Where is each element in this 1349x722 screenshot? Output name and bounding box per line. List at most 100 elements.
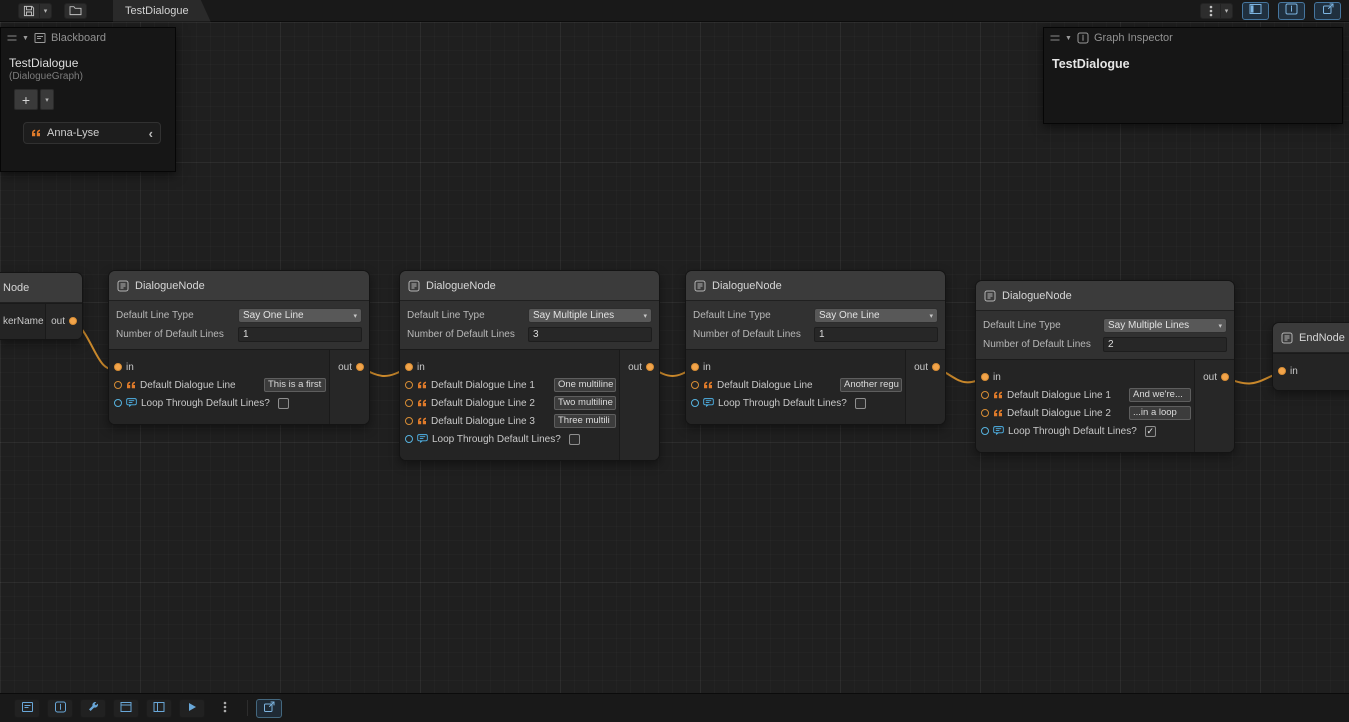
in-port-label: in: [703, 362, 711, 373]
script-panel-button[interactable]: [1314, 2, 1341, 20]
in-port[interactable]: [405, 363, 413, 371]
in-port-label: in: [1290, 366, 1298, 377]
port-label: Loop Through Default Lines?: [718, 398, 847, 409]
field-name: Anna-Lyse: [47, 127, 99, 139]
line-type-dropdown[interactable]: Say Multiple Lines▾: [528, 308, 652, 323]
bool-port[interactable]: [114, 399, 122, 407]
in-port[interactable]: [981, 373, 989, 381]
out-port[interactable]: [646, 363, 654, 371]
panels-button[interactable]: [146, 699, 172, 718]
loop-icon: [126, 398, 137, 408]
out-port[interactable]: [932, 363, 940, 371]
bool-port[interactable]: [691, 399, 699, 407]
node-title-bar[interactable]: Node: [0, 273, 82, 303]
loop-checkbox[interactable]: [569, 434, 580, 445]
start-node[interactable]: Node kerName out: [0, 272, 83, 340]
kebab-button[interactable]: [212, 699, 238, 718]
dialogue-node[interactable]: DialogueNode Default Line TypeSay Multipl…: [399, 270, 660, 461]
foldout-arrow-icon[interactable]: ▼: [22, 35, 29, 42]
line-type-label: Default Line Type: [407, 310, 528, 321]
foldout-arrow-icon[interactable]: ▼: [1065, 35, 1072, 42]
line-type-dropdown[interactable]: Say One Line▾: [238, 308, 362, 323]
dialogue-line-field[interactable]: Three multili: [554, 414, 616, 428]
in-port[interactable]: [691, 363, 699, 371]
dialogue-node[interactable]: DialogueNodeDefault Line TypeSay Multipl…: [975, 280, 1235, 453]
tab-testdialogue[interactable]: TestDialogue: [113, 0, 211, 22]
line-type-dropdown[interactable]: Say One Line▾: [814, 308, 938, 323]
in-port[interactable]: [1278, 367, 1286, 375]
bool-port[interactable]: [981, 427, 989, 435]
menu-dropdown-button[interactable]: ▾: [1220, 3, 1233, 19]
dialogue-line-field[interactable]: This is a first: [264, 378, 326, 392]
quote-icon: [31, 129, 41, 137]
node-title-bar[interactable]: EndNode: [1273, 323, 1349, 353]
line-type-dropdown[interactable]: Say Multiple Lines ▾: [1103, 318, 1227, 333]
dialogue-line-field[interactable]: One multiline: [554, 378, 616, 392]
port-label: Loop Through Default Lines?: [141, 398, 270, 409]
out-port[interactable]: [69, 317, 77, 325]
window-button[interactable]: [113, 699, 139, 718]
loop-checkbox[interactable]: [278, 398, 289, 409]
loop-checkbox[interactable]: ✓: [1145, 426, 1156, 437]
play-button[interactable]: [179, 699, 205, 718]
dialogue-line-field[interactable]: ...in a loop: [1129, 406, 1191, 420]
graph-type: (DialogueGraph): [1, 70, 175, 82]
chevron-left-icon[interactable]: ‹: [149, 127, 153, 140]
in-port[interactable]: [114, 363, 122, 371]
port-label: Default Dialogue Line 2: [431, 398, 535, 409]
add-property-button[interactable]: +: [14, 89, 38, 110]
node-title-bar[interactable]: DialogueNode: [686, 271, 945, 301]
num-lines-field[interactable]: 3: [528, 327, 652, 342]
string-port[interactable]: [981, 391, 989, 399]
bottom-toolbar: [0, 693, 1349, 722]
wrench-button[interactable]: [80, 699, 106, 718]
string-port[interactable]: [405, 399, 413, 407]
line-type-value: Say Multiple Lines: [1108, 320, 1189, 331]
inspector-panel-button[interactable]: [1278, 2, 1305, 20]
node-title: DialogueNode: [712, 280, 782, 292]
string-port[interactable]: [981, 409, 989, 417]
bool-port[interactable]: [405, 435, 413, 443]
dialogue-line-field[interactable]: And we're...: [1129, 388, 1191, 402]
dialogue-node[interactable]: DialogueNodeDefault Line TypeSay One Lin…: [108, 270, 370, 425]
string-port[interactable]: [405, 417, 413, 425]
string-port[interactable]: [691, 381, 699, 389]
add-property-dropdown-button[interactable]: ▾: [40, 89, 54, 110]
num-lines-field[interactable]: 1: [814, 327, 938, 342]
num-lines-field[interactable]: 2: [1103, 337, 1227, 352]
open-folder-button[interactable]: [64, 3, 87, 19]
node-title-bar[interactable]: DialogueNode: [400, 271, 659, 301]
save-dropdown-button[interactable]: ▾: [39, 3, 52, 19]
string-port[interactable]: [114, 381, 122, 389]
out-port[interactable]: [1221, 373, 1229, 381]
chevron-down-icon: ▾: [1218, 322, 1222, 330]
blackboard-panel-button[interactable]: [1242, 2, 1269, 20]
quote-icon: [417, 381, 427, 389]
panels-icon: [153, 701, 165, 716]
dialogue-line-field[interactable]: Another regu: [840, 378, 902, 392]
in-port-label: in: [993, 372, 1001, 383]
blackboard-field[interactable]: Anna-Lyse ‹: [23, 122, 161, 144]
save-button[interactable]: [18, 3, 39, 19]
loop-checkbox[interactable]: [855, 398, 866, 409]
drag-handle-icon[interactable]: [1050, 34, 1060, 42]
blackboard-panel: ▼ Blackboard TestDialogue (DialogueGraph…: [0, 27, 176, 172]
dialogue-node[interactable]: DialogueNodeDefault Line TypeSay One Lin…: [685, 270, 946, 425]
num-lines-field[interactable]: 1: [238, 327, 362, 342]
port-label: Loop Through Default Lines?: [432, 434, 561, 445]
script-panel-icon: [1322, 3, 1334, 18]
drag-handle-icon[interactable]: [7, 34, 17, 42]
kebab-menu-button[interactable]: [1200, 3, 1220, 19]
loop-icon: [703, 398, 714, 408]
end-node[interactable]: EndNode in: [1272, 322, 1349, 391]
node-title-bar[interactable]: DialogueNode: [109, 271, 369, 301]
external-button[interactable]: [256, 699, 282, 718]
dialogue-line-field[interactable]: Two multiline: [554, 396, 616, 410]
node-title-bar[interactable]: DialogueNode: [976, 281, 1234, 311]
blackboard-button[interactable]: [14, 699, 40, 718]
kebab-icon: [223, 701, 227, 716]
string-port[interactable]: [405, 381, 413, 389]
out-port[interactable]: [356, 363, 364, 371]
num-lines-label: Number of Default Lines: [693, 329, 814, 340]
inspector-button[interactable]: [47, 699, 73, 718]
